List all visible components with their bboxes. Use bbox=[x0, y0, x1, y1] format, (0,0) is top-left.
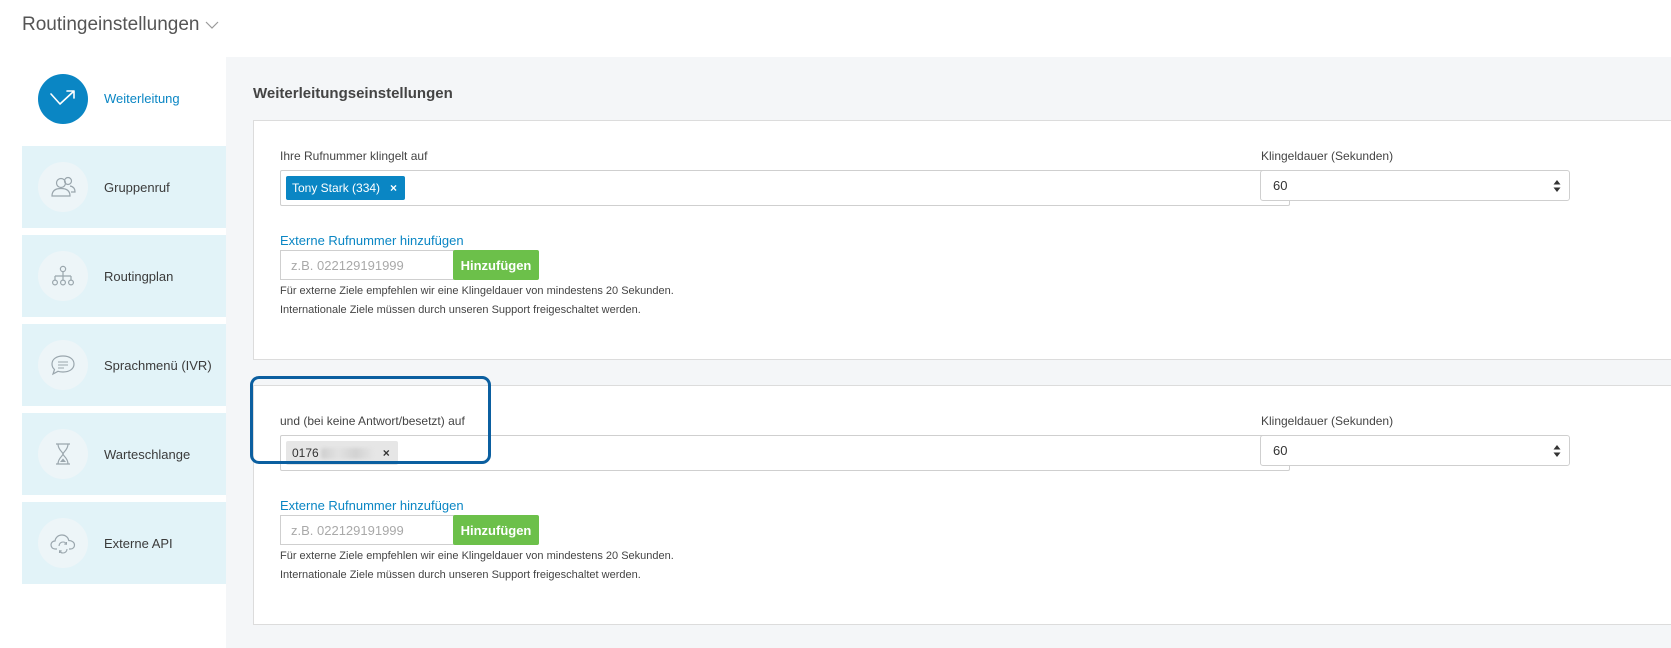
fallback-target-label: und (bei keine Antwort/besetzt) auf bbox=[280, 414, 465, 428]
select-arrows-icon bbox=[1553, 180, 1561, 192]
fallback-tags-input[interactable]: 0176 × bbox=[280, 435, 1290, 471]
sidebar: Weiterleitung Gruppenruf Routingplan Spr… bbox=[22, 57, 226, 591]
sidebar-item-label: Externe API bbox=[104, 535, 173, 551]
hint-text: Für externe Ziele empfehlen wir eine Kli… bbox=[280, 285, 674, 297]
tag-remove-icon[interactable]: × bbox=[383, 446, 390, 460]
ring-duration-value: 60 bbox=[1273, 443, 1288, 458]
add-external-number-link[interactable]: Externe Rufnummer hinzufügen bbox=[280, 498, 464, 513]
routing-plan-icon bbox=[38, 251, 88, 301]
sidebar-item-label: Routingplan bbox=[104, 268, 174, 284]
add-button[interactable]: Hinzufügen bbox=[453, 250, 539, 280]
group-icon bbox=[38, 162, 88, 212]
forwarding-panel-fallback: und (bei keine Antwort/besetzt) auf 0176… bbox=[253, 385, 1671, 625]
sidebar-item-label: Weiterleitung bbox=[104, 91, 180, 106]
main-content: Weiterleitungseinstellungen Ihre Rufnumm… bbox=[226, 57, 1671, 648]
speech-bubble-icon bbox=[38, 340, 88, 390]
fallback-tag: 0176 × bbox=[286, 441, 398, 465]
add-button[interactable]: Hinzufügen bbox=[453, 515, 539, 545]
select-arrows-icon bbox=[1553, 445, 1561, 457]
target-tag: Tony Stark (334) × bbox=[286, 176, 406, 200]
sidebar-item-sprachmenue[interactable]: Sprachmenü (IVR) bbox=[22, 324, 226, 406]
forward-arrow-icon bbox=[38, 73, 88, 124]
sidebar-item-weiterleitung[interactable]: Weiterleitung bbox=[22, 57, 226, 140]
target-label: Ihre Rufnummer klingelt auf bbox=[280, 149, 428, 163]
fallback-tag-text: 0176 bbox=[292, 446, 319, 460]
add-external-number-link[interactable]: Externe Rufnummer hinzufügen bbox=[280, 233, 464, 248]
page-title-text: Routingeinstellungen bbox=[22, 14, 200, 35]
chevron-down-icon[interactable] bbox=[205, 18, 219, 32]
target-tags-input[interactable]: Tony Stark (334) × bbox=[280, 170, 1290, 206]
hint-text: Internationale Ziele müssen durch unsere… bbox=[280, 304, 641, 316]
sidebar-item-label: Warteschlange bbox=[104, 446, 191, 462]
hourglass-icon bbox=[38, 429, 88, 479]
hint-text: Internationale Ziele müssen durch unsere… bbox=[280, 569, 641, 581]
hint-text: Für externe Ziele empfehlen wir eine Kli… bbox=[280, 550, 674, 562]
tag-remove-icon[interactable]: × bbox=[390, 181, 397, 195]
sidebar-item-routingplan[interactable]: Routingplan bbox=[22, 235, 226, 317]
ring-duration-select[interactable]: 60 bbox=[1260, 170, 1570, 201]
ring-duration-value: 60 bbox=[1273, 178, 1288, 193]
forwarding-panel-primary: Ihre Rufnummer klingelt auf Tony Stark (… bbox=[253, 120, 1671, 360]
section-title: Weiterleitungseinstellungen bbox=[253, 85, 453, 102]
external-number-input[interactable] bbox=[280, 250, 454, 280]
page-title[interactable]: Routingeinstellungen bbox=[22, 14, 219, 36]
ring-duration-label: Klingeldauer (Sekunden) bbox=[1261, 149, 1394, 163]
sidebar-item-label: Gruppenruf bbox=[104, 179, 170, 195]
sidebar-item-gruppenruf[interactable]: Gruppenruf bbox=[22, 146, 226, 228]
sidebar-item-warteschlange[interactable]: Warteschlange bbox=[22, 413, 226, 495]
sidebar-item-externe-api[interactable]: Externe API bbox=[22, 502, 226, 584]
ring-duration-select[interactable]: 60 bbox=[1260, 435, 1570, 466]
sidebar-item-label: Sprachmenü (IVR) bbox=[104, 357, 212, 373]
external-number-input[interactable] bbox=[280, 515, 454, 545]
target-tag-text: Tony Stark (334) bbox=[292, 181, 381, 195]
redacted-digits bbox=[320, 447, 373, 459]
ring-duration-label: Klingeldauer (Sekunden) bbox=[1261, 414, 1394, 428]
cloud-sync-icon bbox=[38, 518, 88, 568]
